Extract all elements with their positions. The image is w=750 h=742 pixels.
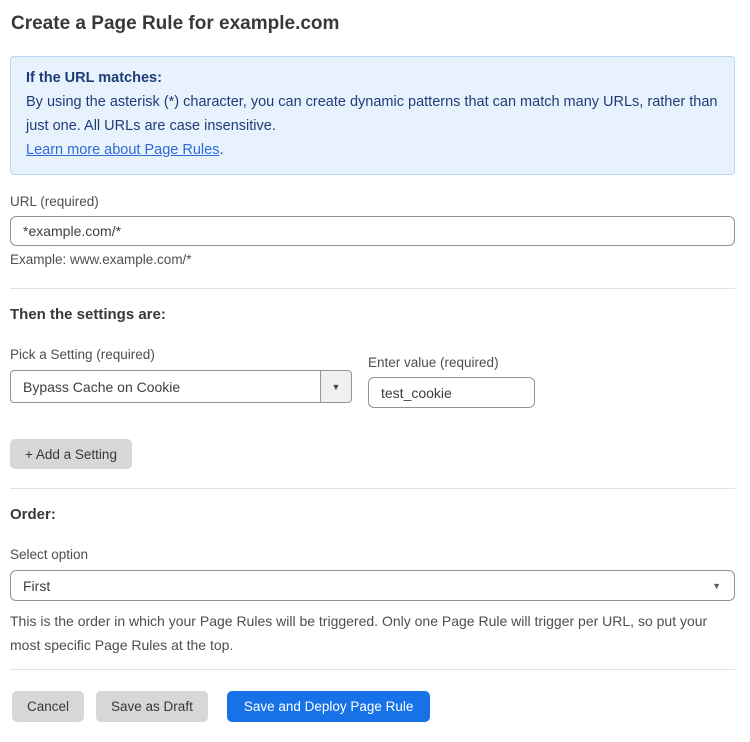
settings-row: Pick a Setting (required) Bypass Cache o… <box>10 347 735 408</box>
setting-select-arrow-button[interactable]: ▼ <box>320 371 351 402</box>
link-suffix: . <box>219 142 223 158</box>
divider <box>10 669 735 670</box>
info-box-body: By using the asterisk (*) character, you… <box>26 90 718 138</box>
save-and-deploy-button[interactable]: Save and Deploy Page Rule <box>227 691 431 722</box>
footer-actions: Cancel Save as Draft Save and Deploy Pag… <box>12 691 735 722</box>
setting-select[interactable]: Bypass Cache on Cookie ▼ <box>10 370 352 403</box>
save-as-draft-button[interactable]: Save as Draft <box>96 691 208 722</box>
url-input[interactable] <box>10 216 735 246</box>
order-select-label: Select option <box>10 547 735 562</box>
setting-value-label: Enter value (required) <box>368 355 535 370</box>
url-example-helper: Example: www.example.com/* <box>10 252 735 267</box>
add-setting-button[interactable]: + Add a Setting <box>10 439 132 469</box>
url-field-label: URL (required) <box>10 194 735 209</box>
setting-select-value: Bypass Cache on Cookie <box>11 371 320 402</box>
setting-select-label: Pick a Setting (required) <box>10 347 352 362</box>
setting-select-column: Pick a Setting (required) Bypass Cache o… <box>10 347 352 403</box>
learn-more-link[interactable]: Learn more about Page Rules <box>26 142 219 158</box>
settings-section-heading: Then the settings are: <box>10 306 735 323</box>
url-matches-info-box: If the URL matches: By using the asteris… <box>10 56 735 175</box>
info-box-heading: If the URL matches: <box>26 66 718 90</box>
page-title: Create a Page Rule for example.com <box>11 13 735 35</box>
setting-value-column: Enter value (required) <box>368 355 535 408</box>
cancel-button[interactable]: Cancel <box>12 691 84 722</box>
divider <box>10 488 735 489</box>
create-page-rule-form: Create a Page Rule for example.com If th… <box>0 0 750 742</box>
order-select-value: First <box>23 578 50 594</box>
order-select[interactable]: First ▼ <box>10 570 735 601</box>
info-box-link-line: Learn more about Page Rules. <box>26 138 718 162</box>
chevron-down-icon: ▼ <box>712 581 721 591</box>
divider <box>10 288 735 289</box>
order-section-heading: Order: <box>10 506 735 523</box>
order-helper-text: This is the order in which your Page Rul… <box>10 609 730 657</box>
setting-value-input[interactable] <box>368 377 535 408</box>
chevron-down-icon: ▼ <box>332 382 341 392</box>
